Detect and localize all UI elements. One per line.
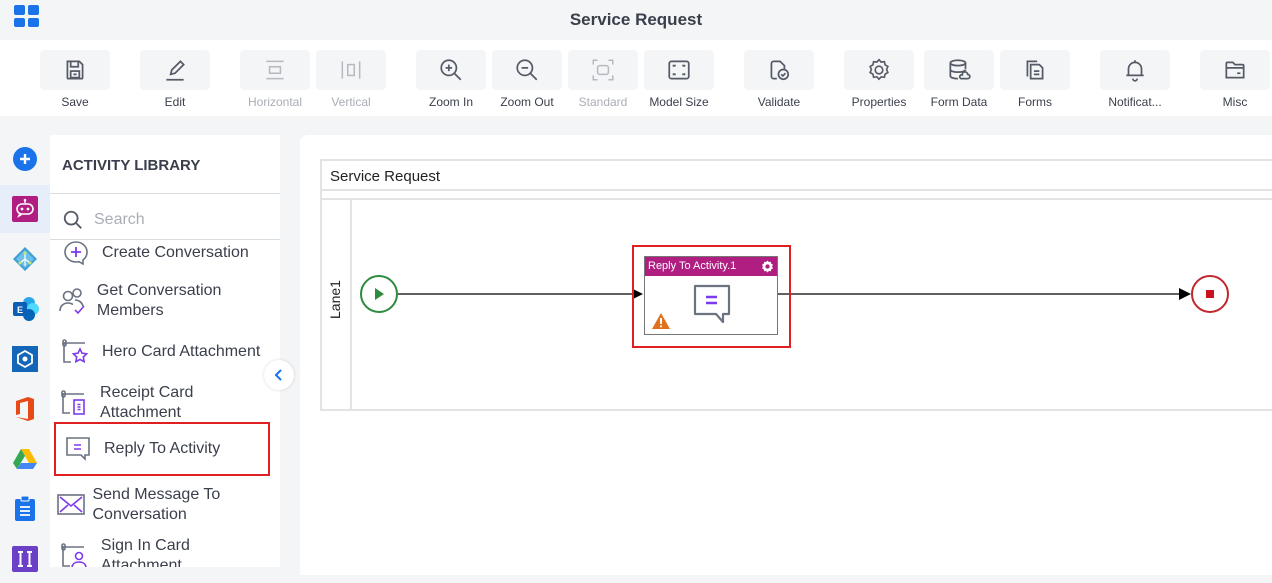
divider	[50, 193, 280, 194]
members-icon	[59, 288, 86, 315]
forms-icon	[1026, 60, 1044, 80]
office-icon	[16, 397, 34, 421]
divider	[322, 198, 1272, 200]
collapse-library-button[interactable]	[264, 360, 294, 390]
validate-icon	[770, 60, 790, 81]
search-input[interactable]	[94, 211, 264, 229]
divider	[322, 189, 1272, 191]
sign-in-card-icon	[61, 543, 88, 567]
edit-icon	[166, 60, 185, 81]
properties-button[interactable]: Properties	[844, 50, 914, 116]
app-rail: E	[0, 135, 50, 572]
envelope-icon	[57, 494, 86, 515]
horizontal-icon	[266, 60, 284, 80]
hexagon-app-icon	[12, 346, 38, 372]
lane-label: Lane1	[327, 280, 343, 319]
warning-icon[interactable]	[652, 313, 670, 329]
zoom-out-button[interactable]: Zoom Out	[492, 50, 562, 116]
misc-button[interactable]: Misc	[1200, 50, 1270, 116]
activity-item-send-message-to-conversation[interactable]: Send Message To Conversation	[54, 478, 270, 532]
reply-chat-icon	[693, 284, 731, 324]
rail-item-azure-ad[interactable]	[0, 235, 50, 283]
receipt-card-icon	[61, 390, 85, 415]
google-drive-icon	[13, 449, 37, 469]
clipboard-icon	[15, 496, 35, 521]
rail-item-google-drive[interactable]	[0, 435, 50, 483]
title-bar: Service Request	[0, 0, 1272, 40]
toolbar: Save Edit Horizontal Vertical Zoom In Zo…	[0, 40, 1272, 116]
zoom-in-button[interactable]: Zoom In	[416, 50, 486, 116]
rail-item-add[interactable]	[0, 135, 50, 183]
activity-item-hero-card-attachment[interactable]: Hero Card Attachment	[54, 325, 270, 379]
reply-chat-icon	[66, 437, 90, 461]
vertical-button[interactable]: Vertical	[316, 50, 386, 116]
svg-text:E: E	[17, 305, 23, 315]
gear-icon	[869, 58, 889, 81]
rail-item-office[interactable]	[0, 385, 50, 433]
bell-icon	[1126, 60, 1144, 82]
standard-button[interactable]: Standard	[568, 50, 638, 116]
zoom-out-icon	[516, 59, 538, 81]
rail-item-clipboard[interactable]	[0, 485, 50, 533]
database-icon	[949, 59, 971, 80]
edit-button[interactable]: Edit	[140, 50, 210, 116]
pool[interactable]: Service Request Lane1	[320, 159, 1272, 411]
task-header: Reply To Activity.1	[645, 257, 777, 276]
lane-header-divider	[350, 200, 352, 411]
rail-item-exchange[interactable]: E	[0, 285, 50, 333]
standard-icon	[592, 59, 614, 81]
task-reply-to-activity[interactable]: Reply To Activity.1	[644, 256, 778, 335]
add-circle-icon	[13, 147, 37, 171]
task-title: Reply To Activity.1	[648, 260, 737, 272]
save-icon	[66, 60, 84, 80]
forms-button[interactable]: Forms	[1000, 50, 1070, 116]
vertical-icon	[341, 61, 361, 79]
save-button[interactable]: Save	[40, 50, 110, 116]
rail-item-bot[interactable]	[0, 185, 50, 233]
activity-item-sign-in-card-attachment[interactable]: Sign In Card Attachment	[54, 529, 270, 567]
search-icon	[63, 210, 82, 229]
page-title: Service Request	[569, 10, 703, 29]
bot-icon	[12, 196, 38, 222]
rail-item-hexagon-app[interactable]	[0, 335, 50, 383]
model-size-button[interactable]: Model Size	[644, 50, 714, 116]
horizontal-button[interactable]: Horizontal	[240, 50, 310, 116]
process-canvas: Service Request Lane1	[300, 135, 1272, 575]
folder-icon	[1225, 61, 1245, 79]
search-box	[62, 207, 272, 233]
exchange-icon: E	[13, 297, 39, 321]
azure-ad-icon	[13, 247, 37, 271]
validate-button[interactable]: Validate	[744, 50, 814, 116]
notifications-button[interactable]: Notificat...	[1100, 50, 1170, 116]
task-settings-icon[interactable]	[761, 260, 774, 273]
hero-card-icon	[62, 339, 89, 364]
form-data-button[interactable]: Form Data	[924, 50, 994, 116]
activity-item-reply-to-activity[interactable]: Reply To Activity	[54, 422, 270, 476]
activity-library-panel: ACTIVITY LIBRARY Create Conversation Get…	[50, 135, 280, 567]
activity-list: Create Conversation Get Conversation Mem…	[50, 240, 280, 567]
chat-plus-icon	[64, 241, 88, 266]
model-size-icon	[668, 60, 690, 80]
pool-title: Service Request	[330, 168, 441, 185]
activity-item-get-conversation-members[interactable]: Get Conversation Members	[54, 274, 270, 328]
chevron-left-icon	[274, 369, 282, 381]
zoom-in-icon	[440, 59, 462, 81]
rail-item-purple-app[interactable]	[0, 535, 50, 583]
purple-app-icon	[12, 546, 38, 572]
activity-library-title: ACTIVITY LIBRARY	[62, 157, 201, 174]
